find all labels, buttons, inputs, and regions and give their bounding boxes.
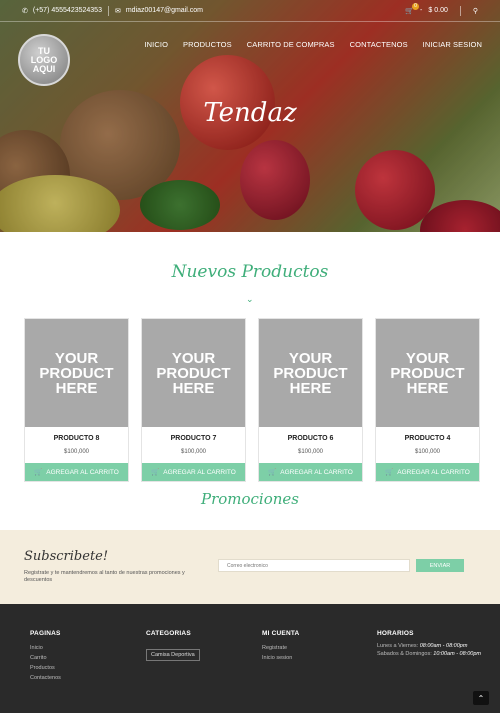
email-address[interactable]: mdiaz00147@gmail.com: [126, 7, 203, 14]
add-to-cart-label: AGREGAR AL CARRITO: [163, 468, 236, 476]
cart-count-badge: 0: [412, 2, 420, 10]
footer-link-contactenos[interactable]: Contactenos: [30, 673, 61, 683]
subscribe-description: Registrate y te mantendremos al tanto de…: [24, 570, 185, 583]
product-grid: YOUR PRODUCT HERE PRODUCTO 8 $100,000 🛒 A…: [24, 318, 480, 482]
phone-info: ✆ (+57) 4555423524353: [22, 7, 102, 15]
nav-iniciar-sesion[interactable]: INICIAR SESION: [423, 40, 482, 49]
subscribe-title: Subscribete!: [24, 549, 109, 564]
product-image[interactable]: YOUR PRODUCT HERE: [259, 319, 362, 427]
footer-heading: HORARIOS: [377, 630, 414, 637]
product-image-text: HERE: [406, 379, 449, 397]
add-to-cart-button[interactable]: 🛒 AGREGAR AL CARRITO: [25, 463, 128, 481]
product-price: $100,000: [297, 449, 324, 455]
logo-line: AQUI: [32, 63, 56, 74]
search-icon[interactable]: ⚲: [473, 7, 478, 15]
product-name[interactable]: PRODUCTO 6: [259, 435, 362, 442]
footer-link-registrate[interactable]: Registrate: [262, 643, 299, 653]
send-button[interactable]: ENVIAR: [416, 559, 464, 572]
footer-heading: CATEGORIAS: [146, 630, 191, 637]
product-name[interactable]: PRODUCTO 4: [376, 435, 479, 442]
nav-contactenos[interactable]: CONTACTENOS: [350, 40, 408, 49]
email-field[interactable]: [218, 559, 410, 572]
product-image-text: PRODUCT: [390, 364, 465, 382]
hours-row: Sabados & Domingos: 10:00am - 08:00pm: [377, 651, 481, 659]
footer-col-paginas: PAGINAS Inicio Carrito Productos Contact…: [30, 630, 61, 683]
footer-heading: PAGINAS: [30, 630, 61, 637]
hours-label: Sabados & Domingos:: [377, 650, 432, 657]
hours-value: 08:00am - 08:00pm: [419, 643, 468, 649]
cart-icon: 🛒: [385, 469, 394, 476]
footer-link-inicio[interactable]: Inicio: [30, 643, 61, 653]
chevron-up-icon[interactable]: ⌃: [473, 691, 489, 705]
product-card[interactable]: YOUR PRODUCT HERE PRODUCTO 4 $100,000 🛒 A…: [375, 318, 480, 482]
product-name[interactable]: PRODUCTO 8: [25, 435, 128, 442]
product-image-text: YOUR: [171, 349, 216, 367]
divider: [459, 5, 461, 16]
hours-label: Lunes a Viernes:: [377, 643, 419, 649]
product-image-text: HERE: [289, 379, 332, 397]
footer-col-categorias: CATEGORIAS Camisa Deportiva: [146, 630, 200, 661]
add-to-cart-label: AGREGAR AL CARRITO: [397, 468, 470, 476]
nav-carrito[interactable]: CARRITO DE COMPRAS: [247, 40, 335, 49]
footer: PAGINAS Inicio Carrito Productos Contact…: [0, 604, 500, 713]
cart-icon: 🛒: [268, 469, 277, 476]
product-image-text: YOUR: [288, 349, 333, 367]
cart-icon: 🛒: [151, 469, 160, 476]
add-to-cart-button[interactable]: 🛒 AGREGAR AL CARRITO: [259, 463, 362, 481]
product-image-text: HERE: [172, 379, 215, 397]
add-to-cart-button[interactable]: 🛒 AGREGAR AL CARRITO: [376, 463, 479, 481]
footer-col-horarios: HORARIOS Lunes a Viernes: 08:00am - 08:0…: [377, 630, 481, 658]
product-image-text: PRODUCT: [156, 364, 231, 382]
main-nav: INICIO PRODUCTOS CARRITO DE COMPRAS CONT…: [144, 40, 482, 49]
product-card[interactable]: YOUR PRODUCT HERE PRODUCTO 7 $100,000 🛒 A…: [141, 318, 246, 482]
product-image-text: YOUR: [54, 349, 99, 367]
product-price: $100,000: [414, 449, 441, 455]
chevron-down-icon: ⌄: [246, 294, 254, 304]
nav-productos[interactable]: PRODUCTOS: [183, 40, 232, 49]
hours-value: 10:00am - 08:00pm: [433, 650, 481, 657]
product-image[interactable]: YOUR PRODUCT HERE: [25, 319, 128, 427]
add-to-cart-label: AGREGAR AL CARRITO: [46, 468, 119, 476]
product-image-text: PRODUCT: [273, 364, 348, 382]
product-image[interactable]: YOUR PRODUCT HERE: [142, 319, 245, 427]
product-card[interactable]: YOUR PRODUCT HERE PRODUCTO 8 $100,000 🛒 A…: [24, 318, 129, 482]
section-title-new-products: Nuevos Productos: [171, 262, 329, 282]
product-image-text: YOUR: [405, 349, 450, 367]
mail-icon: ✉: [114, 7, 121, 15]
top-bar: ✆ (+57) 4555423524353 ✉ mdiaz00147@gmail…: [0, 0, 500, 22]
footer-link-productos[interactable]: Productos: [30, 663, 61, 673]
product-image[interactable]: YOUR PRODUCT HERE: [376, 319, 479, 427]
footer-heading: MI CUENTA: [262, 630, 300, 637]
phone-icon: ✆: [22, 7, 28, 15]
hours-row: Lunes a Viernes: 08:00am - 08:00pm: [377, 643, 481, 651]
section-title-promotions: Promociones: [200, 490, 299, 508]
product-image-text: HERE: [55, 379, 98, 397]
footer-col-cuenta: MI CUENTA Registrate Inicio sesion: [262, 630, 299, 663]
cart-icon: 🛒: [34, 469, 43, 476]
email-info[interactable]: ✉ mdiaz00147@gmail.com: [115, 7, 203, 15]
product-card[interactable]: YOUR PRODUCT HERE PRODUCTO 6 $100,000 🛒 A…: [258, 318, 363, 482]
product-name[interactable]: PRODUCTO 7: [142, 435, 245, 442]
add-to-cart-button[interactable]: 🛒 AGREGAR AL CARRITO: [142, 463, 245, 481]
category-tag[interactable]: Camisa Deportiva: [146, 649, 200, 661]
add-to-cart-label: AGREGAR AL CARRITO: [280, 468, 353, 476]
site-logo[interactable]: TU LOGO AQUI: [18, 34, 70, 86]
footer-link-carrito[interactable]: Carrito: [30, 653, 61, 663]
product-image-text: PRODUCT: [39, 364, 114, 382]
product-price: $100,000: [63, 449, 90, 455]
product-price: $100,000: [180, 449, 207, 455]
hero-title: Tendaz: [203, 98, 297, 128]
cart-separator: -: [420, 7, 423, 14]
phone-number: (+57) 4555423524353: [32, 7, 102, 14]
cart-total[interactable]: $ 0.00: [428, 7, 447, 14]
nav-inicio[interactable]: INICIO: [144, 40, 168, 49]
footer-link-inicio-sesion[interactable]: Inicio sesion: [262, 653, 299, 663]
divider: [107, 5, 109, 16]
cart-icon[interactable]: 🛒 0: [405, 2, 420, 15]
